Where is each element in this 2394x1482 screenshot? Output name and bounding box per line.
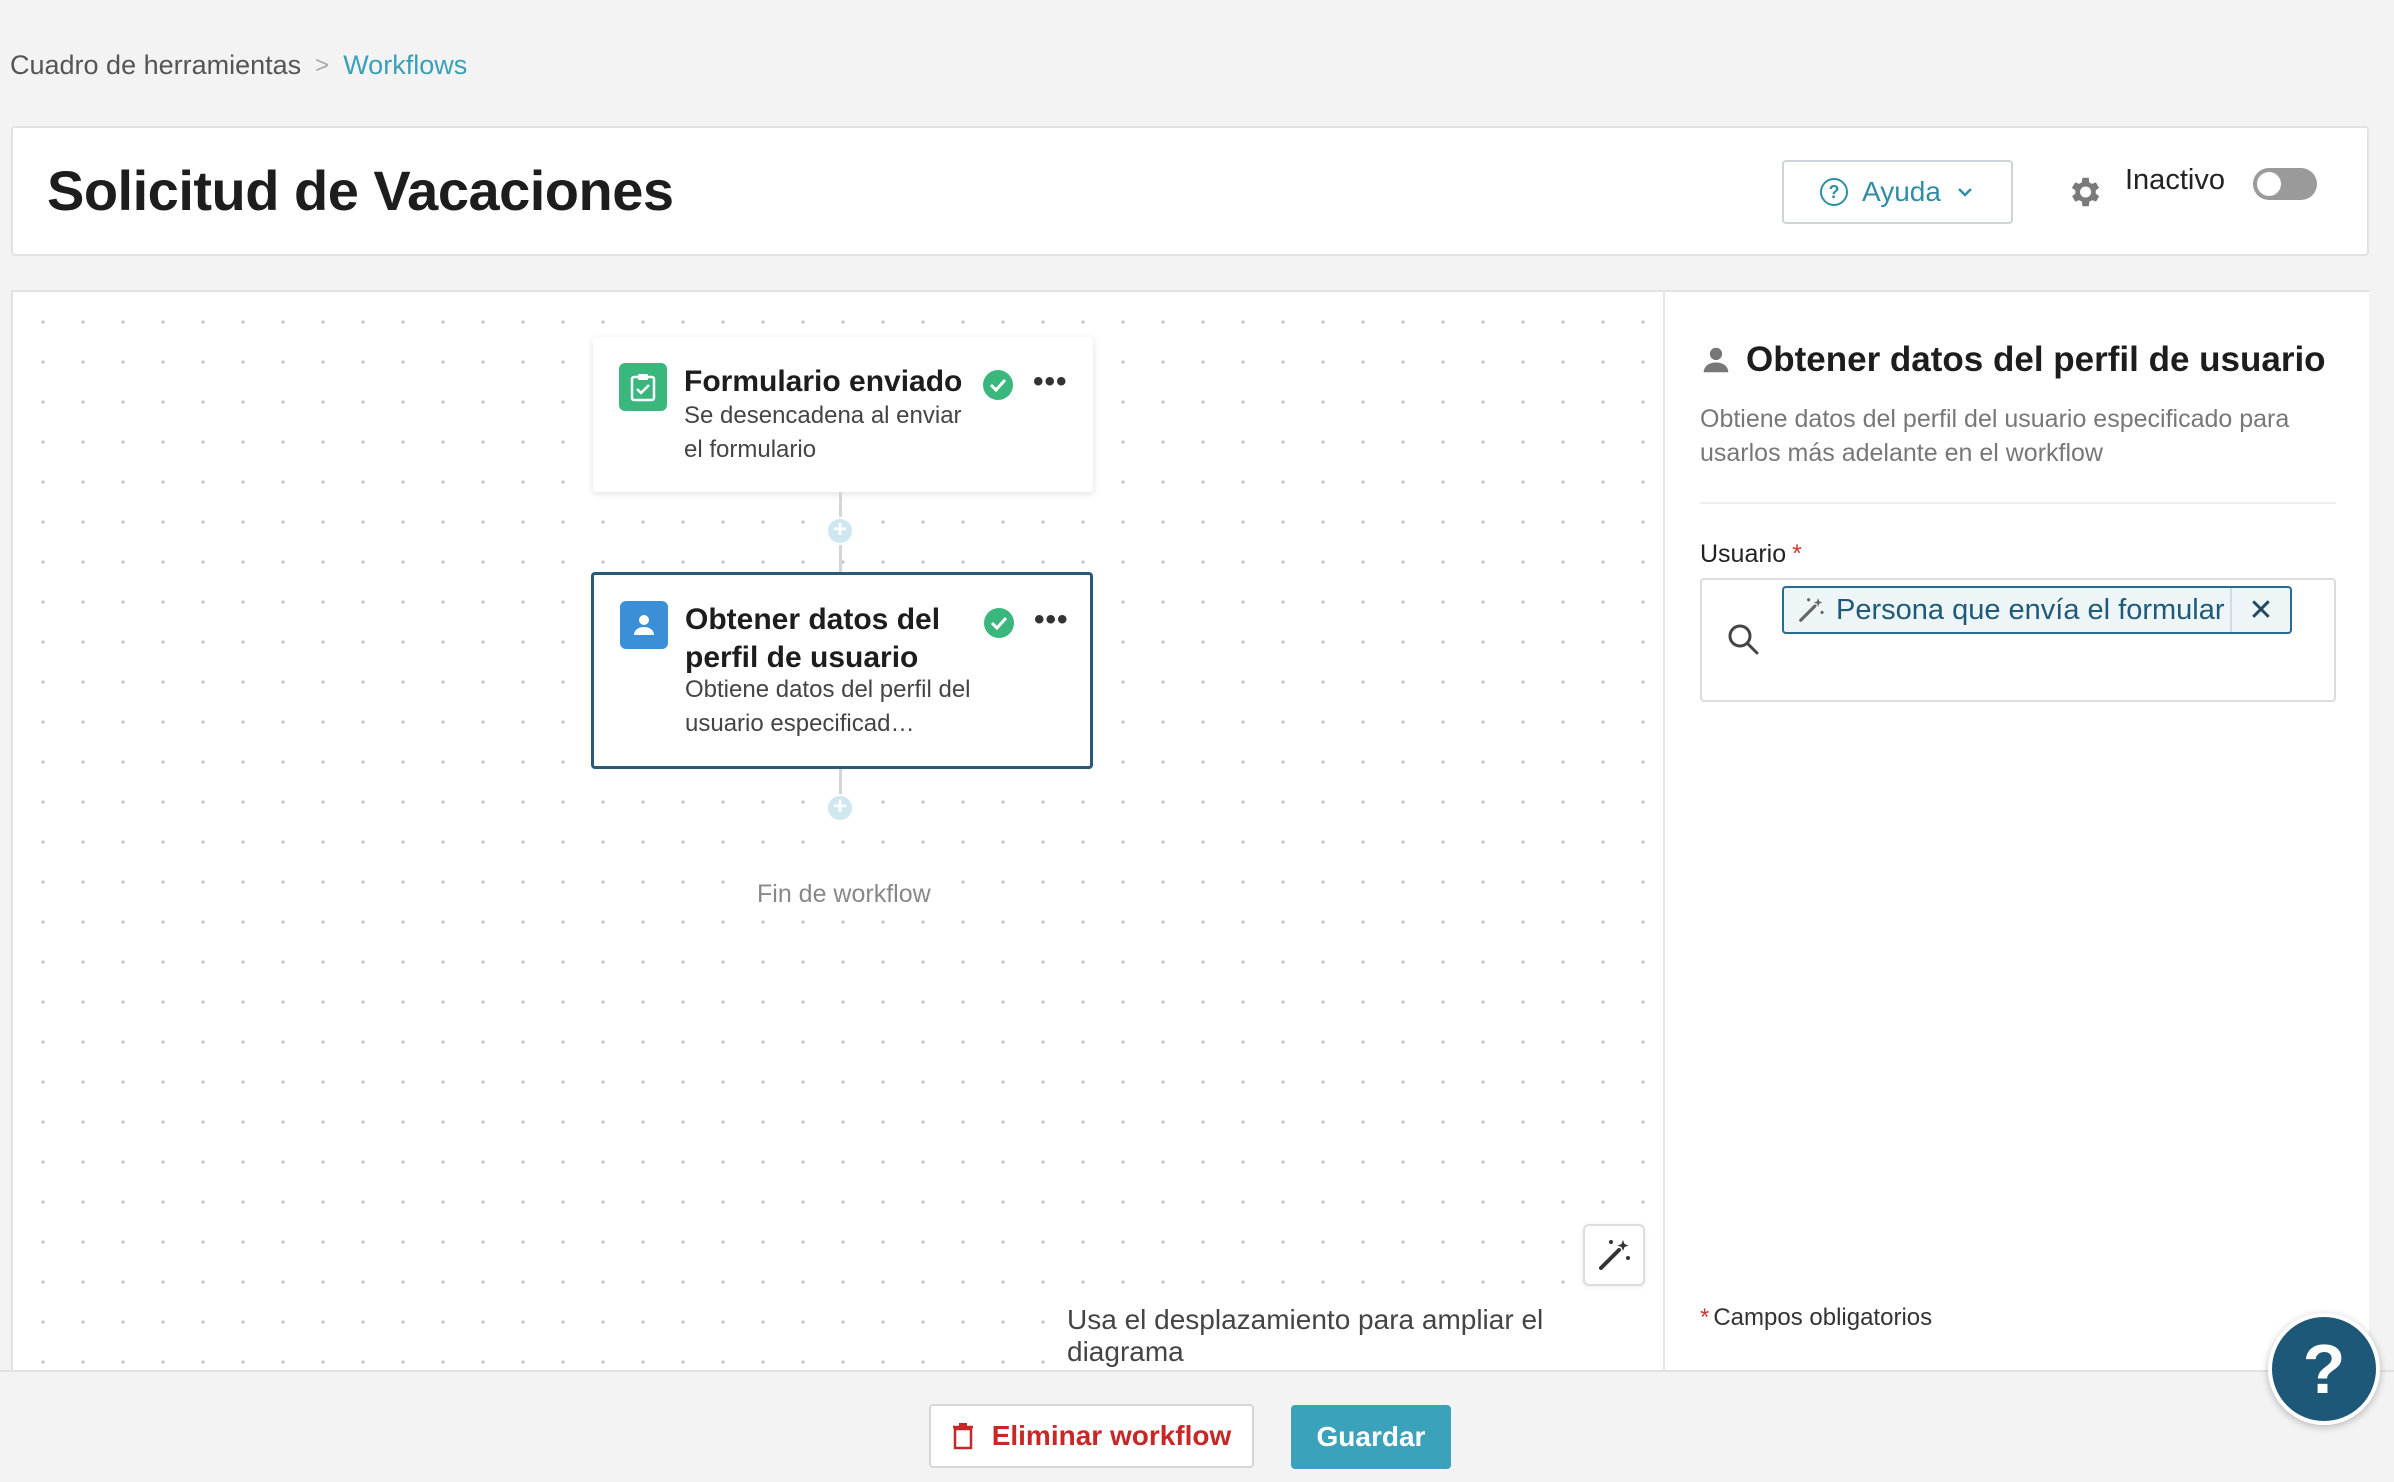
panel-title-text: Obtener datos del perfil de usuario xyxy=(1746,340,2326,379)
trigger-node-description: Se desencadena al enviar el formulario xyxy=(684,402,962,463)
add-step-button[interactable]: + xyxy=(826,517,854,545)
help-dropdown-button[interactable]: ? Ayuda xyxy=(1782,160,2013,224)
panel-title: Obtener datos del perfil de usuario xyxy=(1700,340,2326,380)
delete-workflow-button[interactable]: Eliminar workflow xyxy=(929,1404,1254,1468)
status-label: Inactivo xyxy=(2125,164,2225,196)
magic-wand-icon xyxy=(1599,1240,1630,1270)
trash-icon xyxy=(952,1423,973,1450)
user-field-label: Usuario * xyxy=(1700,540,1802,569)
gear-icon[interactable] xyxy=(2065,173,2103,211)
add-step-button[interactable]: + xyxy=(826,794,854,822)
user-icon xyxy=(620,601,668,649)
step-settings-panel: Obtener datos del perfil de usuario Obti… xyxy=(1667,292,2369,1372)
trigger-node[interactable]: Formulario enviado Se desencadena al env… xyxy=(593,337,1093,492)
header-card: Solicitud de Vacaciones ? Ayuda Inactivo xyxy=(11,126,2369,256)
breadcrumb-root-link[interactable]: Cuadro de herramientas xyxy=(10,50,301,81)
user-token-text: Persona que envía el formular xyxy=(1836,593,2225,626)
footer-bar: Eliminar workflow Guardar xyxy=(0,1370,2394,1482)
action-node-title: Obtener datos del perfil de usuario xyxy=(685,603,941,674)
page-title: Solicitud de Vacaciones xyxy=(47,159,674,222)
chevron-down-icon xyxy=(1958,188,1972,197)
save-button[interactable]: Guardar xyxy=(1291,1405,1451,1469)
required-note-text: Campos obligatorios xyxy=(1713,1304,1933,1331)
form-check-icon xyxy=(619,363,667,411)
active-toggle[interactable] xyxy=(2253,168,2317,200)
user-field-label-text: Usuario xyxy=(1700,540,1787,568)
check-circle-icon xyxy=(984,608,1014,638)
end-of-workflow-label: Fin de workflow xyxy=(753,880,935,909)
required-fields-note: * Campos obligatorios xyxy=(1700,1304,1932,1332)
delete-workflow-label: Eliminar workflow xyxy=(991,1420,1232,1451)
remove-token-button[interactable]: ✕ xyxy=(2230,588,2290,632)
user-field[interactable]: Persona que envía el formular ✕ xyxy=(1700,578,2336,702)
help-circle-icon: ? xyxy=(1820,178,1849,206)
panel-divider xyxy=(1700,502,2336,504)
trigger-node-title: Formulario enviado xyxy=(684,365,963,398)
magic-wand-icon xyxy=(1799,598,1824,622)
panel-description: Obtiene datos del perfil del usuario esp… xyxy=(1700,405,2290,467)
action-node-description: Obtiene datos del perfil del usuario esp… xyxy=(685,676,971,737)
more-options-icon[interactable]: ••• xyxy=(1033,365,1068,399)
breadcrumb-separator: > xyxy=(315,51,330,79)
toggle-knob xyxy=(2257,172,2281,196)
required-asterisk: * xyxy=(1700,1304,1710,1331)
more-options-icon[interactable]: ••• xyxy=(1034,603,1069,637)
required-asterisk: * xyxy=(1792,540,1802,568)
user-icon xyxy=(1703,347,1729,373)
workflow-canvas[interactable]: Formulario enviado Se desencadena al env… xyxy=(13,292,1665,1372)
auto-layout-button[interactable] xyxy=(1583,1224,1645,1286)
workflow-editor: Formulario enviado Se desencadena al env… xyxy=(11,290,2369,1372)
action-node[interactable]: Obtener datos del perfil de usuario Obti… xyxy=(591,572,1093,769)
help-button-label: Ayuda xyxy=(1862,176,1941,207)
zoom-hint: Usa el desplazamiento para ampliar el di… xyxy=(1063,1304,1663,1368)
user-token-chip[interactable]: Persona que envía el formular ✕ xyxy=(1782,586,2292,634)
help-fab-button[interactable]: ? xyxy=(2268,1313,2380,1425)
check-circle-icon xyxy=(983,370,1013,400)
search-icon xyxy=(1728,624,1759,655)
breadcrumb-current-link[interactable]: Workflows xyxy=(343,50,467,81)
breadcrumb: Cuadro de herramientas > Workflows xyxy=(10,50,467,81)
